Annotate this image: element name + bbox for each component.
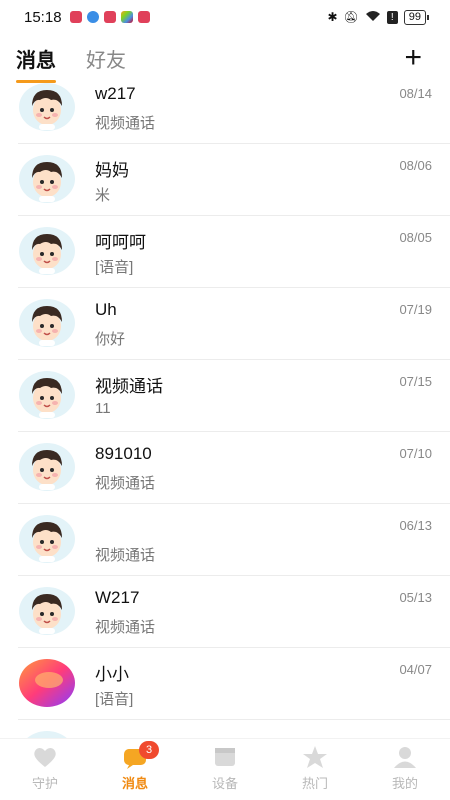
mute-icon: 🔕︎ (343, 10, 359, 24)
status-time: 15:18 (24, 8, 62, 26)
nav-item-hot[interactable]: 热门 (270, 739, 360, 800)
avatar (18, 82, 76, 132)
avatar (18, 154, 76, 204)
heart-icon (34, 748, 56, 767)
avatar (18, 514, 76, 564)
conversation-date: 06/13 (399, 518, 432, 533)
nav-item-mine[interactable]: 我的 (360, 739, 450, 800)
conversation-date: 08/05 (399, 230, 432, 245)
conversation-preview: 视频通话 (95, 115, 156, 132)
battery-indicator: 99 (403, 9, 430, 25)
conversation-item[interactable]: 妈妈米 08/06 (18, 144, 450, 216)
conversation-item[interactable]: w217 视频通话 08/14 (18, 82, 450, 144)
app-notification-icon (69, 11, 82, 23)
conversation-name: 891010 (95, 444, 152, 463)
header-tabs: 消息 好友 + (0, 34, 450, 83)
conversation-preview: [语音] (95, 259, 134, 276)
nav-label: 我的 (391, 776, 418, 791)
conversation-name: 小小 (95, 665, 129, 684)
conversation-item[interactable]: 呵呵呵 [语音] 08/05 (18, 216, 450, 288)
conversation-item[interactable]: 视频通话 06/13 (18, 504, 450, 576)
app-notification-icon (86, 11, 99, 23)
conversation-date: 04/07 (399, 662, 432, 677)
conversation-preview: [语音] (95, 691, 134, 708)
conversation-item[interactable]: W217 视频通话 05/13 (18, 576, 450, 648)
avatar (18, 226, 76, 276)
nav-item-messages[interactable]: 3 消息 (90, 739, 180, 800)
conversation-list: w217 视频通话 08/14 妈妈米 08/06 呵呵呵 [语音] 08/05 Uh 你好 07/… (0, 82, 450, 738)
profile-icon (394, 747, 416, 768)
conversation-date: 07/10 (399, 446, 432, 461)
bottom-nav: 守护 3 消息 设备 热门 我的 (0, 738, 450, 800)
conversation-item[interactable]: 小小 [语音] 04/07 (18, 648, 450, 720)
avatar (18, 658, 76, 708)
conversation-item[interactable] (18, 720, 450, 738)
wifi-icon (365, 10, 381, 25)
nav-item-device[interactable]: 设备 (180, 739, 270, 800)
conversation-date: 08/06 (399, 158, 432, 173)
conversation-list-inner: w217 视频通话 08/14 妈妈米 08/06 呵呵呵 [语音] 08/05 Uh 你好 07/… (0, 82, 450, 738)
mail-notification-icon (137, 11, 150, 23)
alert-icon: ! (386, 10, 398, 24)
add-button[interactable]: + (404, 43, 422, 73)
status-right: ✱ 🔕︎ ! 99 (327, 9, 430, 25)
conversation-preview: 视频通话 (95, 619, 156, 636)
conversation-preview: 视频通话 (95, 547, 156, 564)
nav-item-guard[interactable]: 守护 (0, 739, 90, 800)
notification-icons (69, 11, 150, 23)
conversation-name: Uh (95, 300, 117, 319)
nav-label: 守护 (31, 776, 58, 791)
conversation-name: 妈妈 (95, 161, 129, 180)
nav-label: 热门 (301, 776, 328, 791)
nav-label: 消息 (121, 776, 148, 791)
conversation-date: 07/19 (399, 302, 432, 317)
conversation-date: 07/15 (399, 374, 432, 389)
conversation-item[interactable]: Uh 你好 07/19 (18, 288, 450, 360)
star-icon (303, 746, 327, 768)
bluetooth-icon: ✱ (327, 10, 338, 24)
avatar (18, 370, 76, 420)
avatar (18, 442, 76, 492)
app-notification-icon (120, 11, 133, 23)
conversation-name: w217 (95, 84, 136, 103)
conversation-preview: 视频通话 (95, 475, 156, 492)
conversation-name: 呵呵呵 (95, 233, 146, 252)
conversation-item[interactable]: 视频通话 11 07/15 (18, 360, 450, 432)
device-icon (215, 748, 235, 766)
conversation-date: 08/14 (399, 86, 432, 101)
unread-badge: 3 (139, 741, 159, 759)
tab-messages[interactable]: 消息 (16, 44, 56, 83)
avatar (18, 730, 76, 738)
nav-label: 设备 (211, 776, 238, 791)
conversation-preview: 米 (95, 187, 111, 204)
conversation-preview: 你好 (95, 331, 126, 348)
conversation-date: 05/13 (399, 590, 432, 605)
conversation-name: 视频通话 (95, 377, 163, 396)
avatar (18, 586, 76, 636)
conversation-item[interactable]: 891010 视频通话 07/10 (18, 432, 450, 504)
conversation-preview: 11 (95, 400, 111, 417)
app-notification-icon (103, 11, 116, 23)
conversation-name: W217 (95, 588, 140, 607)
tab-friends[interactable]: 好友 (86, 44, 126, 73)
avatar (18, 298, 76, 348)
status-bar: 15:18 ✱ 🔕︎ ! 99 (0, 0, 450, 34)
